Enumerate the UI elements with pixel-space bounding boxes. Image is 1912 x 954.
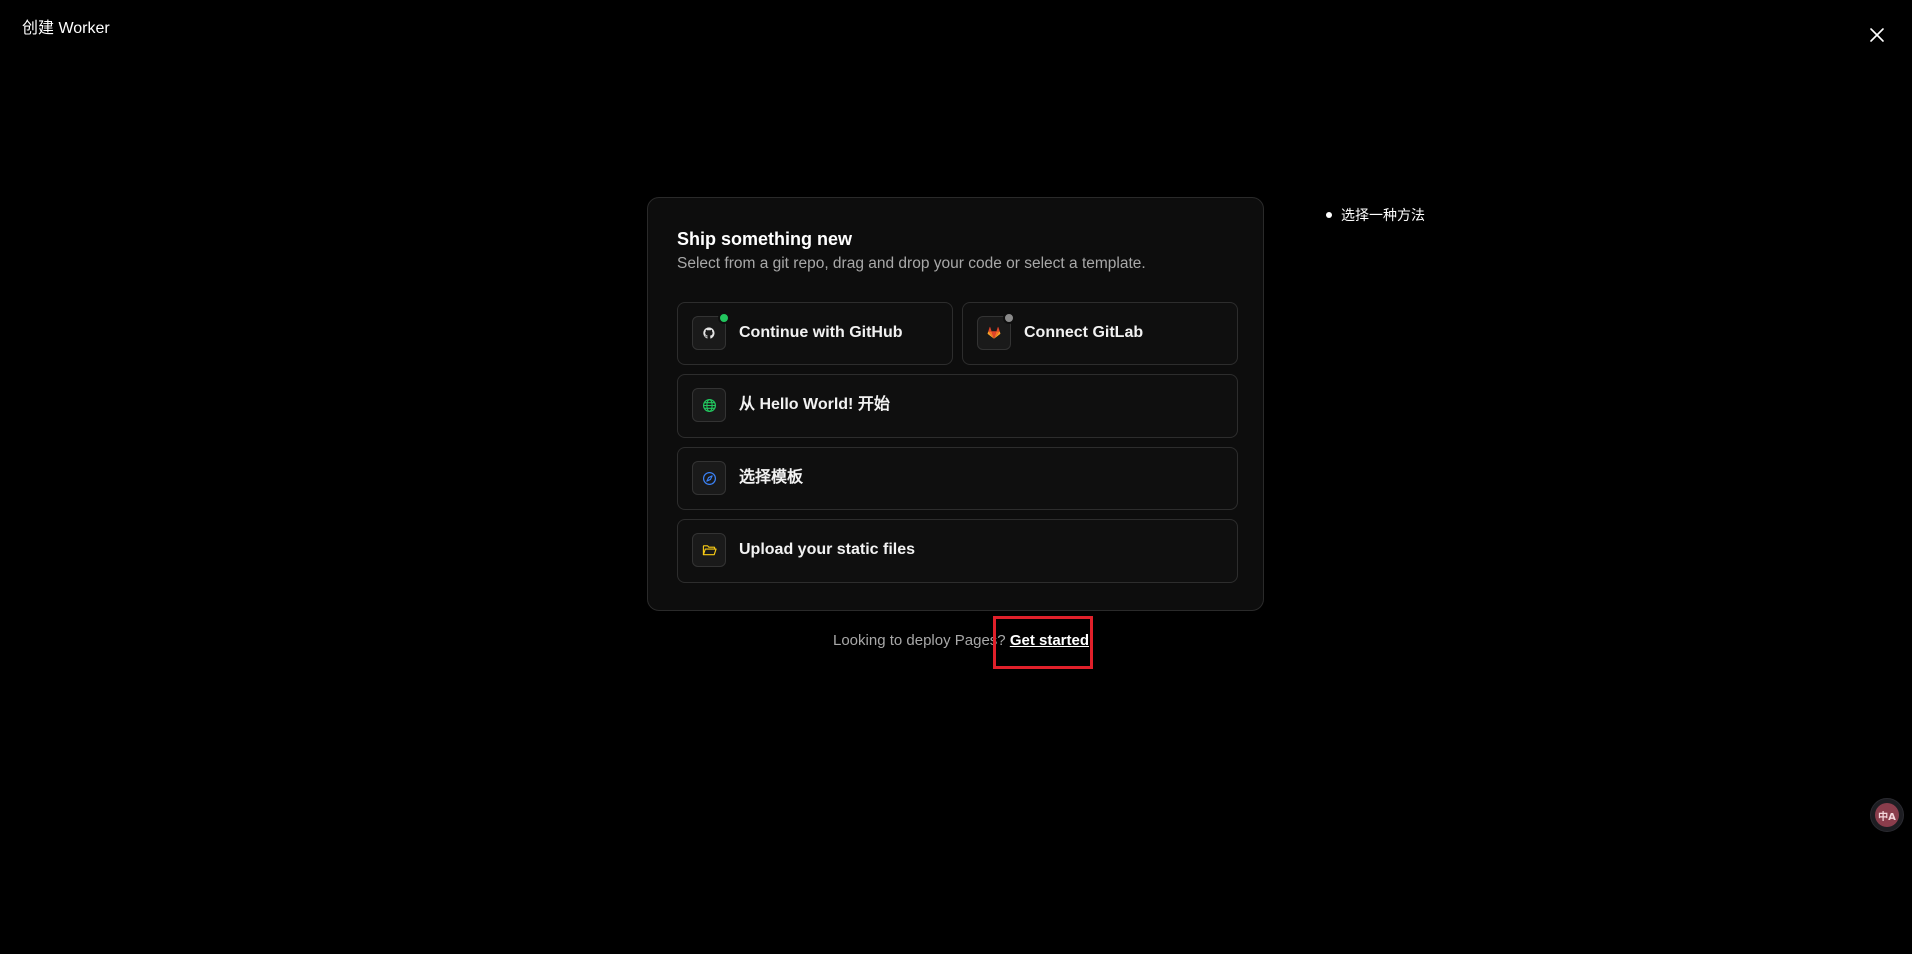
globe-icon <box>702 398 716 412</box>
option-label: Continue with GitHub <box>739 324 903 341</box>
gitlab-status-dot <box>1003 312 1015 324</box>
option-label: 从 Hello World! 开始 <box>739 396 890 413</box>
github-status-dot <box>718 312 730 324</box>
compass-icon <box>702 471 716 485</box>
gitlab-icon <box>987 326 1001 339</box>
close-icon <box>1870 28 1884 42</box>
close-button[interactable] <box>1863 21 1891 49</box>
select-template-button[interactable]: 选择模板 <box>677 447 1238 510</box>
highlight-box <box>993 616 1093 669</box>
ship-card: Ship something new Select from a git rep… <box>647 197 1264 611</box>
github-icon <box>703 327 715 339</box>
continue-with-github-button[interactable]: Continue with GitHub <box>677 302 953 365</box>
create-worker-page: 创建 Worker Ship something new Select from… <box>0 0 1912 954</box>
option-label: Upload your static files <box>739 541 916 558</box>
deploy-pages-text: Looking to deploy Pages? <box>833 632 1006 649</box>
page-title: 创建 Worker <box>22 20 110 37</box>
connect-gitlab-button[interactable]: Connect GitLab <box>962 302 1238 365</box>
steps-list: 选择一种方法 <box>1326 206 1425 224</box>
hello-world-button[interactable]: 从 Hello World! 开始 <box>677 374 1238 438</box>
github-icon-box <box>692 312 730 350</box>
step-bullet <box>1326 212 1332 218</box>
upload-static-files-button[interactable]: Upload your static files <box>677 519 1238 583</box>
card-title: Ship something new <box>677 229 853 249</box>
gitlab-icon-box <box>977 312 1015 350</box>
option-label: 选择模板 <box>739 469 804 486</box>
compass-icon-box <box>692 461 726 495</box>
globe-icon-box <box>692 388 726 422</box>
folder-icon <box>702 544 717 555</box>
folder-icon-box <box>692 533 726 567</box>
option-label: Connect GitLab <box>1024 324 1144 341</box>
translate-icon: 中A <box>1875 803 1899 827</box>
step-label: 选择一种方法 <box>1341 207 1425 223</box>
card-subtitle: Select from a git repo, drag and drop yo… <box>677 255 1146 272</box>
translate-button[interactable]: 中A <box>1870 798 1904 832</box>
